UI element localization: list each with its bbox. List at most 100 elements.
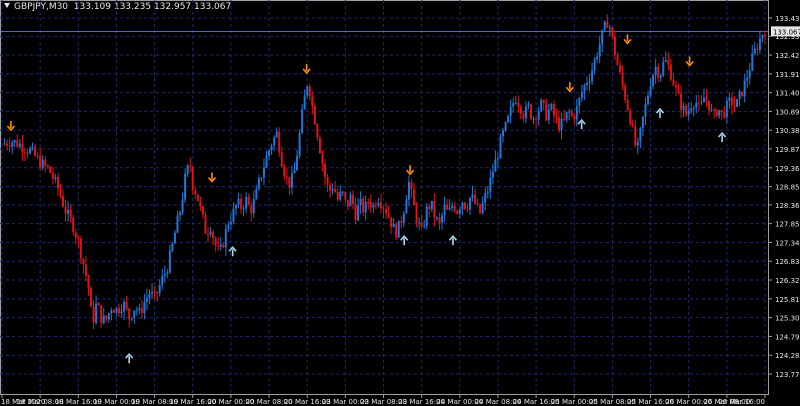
candle-body [588, 81, 591, 83]
candle-body [255, 188, 258, 200]
candle-body [626, 99, 629, 111]
candle-body [407, 181, 410, 200]
y-tick-label: 127.340 [775, 239, 800, 247]
candle-body [471, 194, 474, 198]
candle-body [41, 159, 44, 168]
candle-body [466, 208, 469, 210]
candle-body [168, 250, 171, 273]
candle-body [31, 146, 34, 149]
candle-body [601, 29, 604, 45]
candle-body [135, 310, 138, 312]
candle-body [573, 115, 576, 120]
y-tick-label: 128.855 [775, 184, 800, 192]
signal-arrows [6, 34, 727, 364]
chart-grid [0, 0, 769, 395]
candle-body [278, 131, 281, 153]
candle-body [148, 293, 151, 298]
candle-body [367, 201, 370, 203]
candle-body [36, 155, 39, 157]
price-axis: 133.430132.935132.425131.915131.405130.8… [768, 15, 800, 379]
candle-body [273, 137, 276, 146]
candle-body [377, 202, 380, 206]
candle-body [189, 165, 192, 167]
candle-body [659, 75, 662, 78]
candle-body [430, 200, 433, 210]
candle-body [563, 118, 566, 120]
candle-body [92, 306, 95, 323]
candle-body [621, 71, 624, 86]
candle-body [603, 21, 606, 30]
candle-body [311, 96, 314, 106]
candle-body [245, 196, 248, 209]
x-tick-label: 26 Mar 16:00 [718, 398, 765, 406]
candle-body [179, 212, 182, 216]
price-chart[interactable]: 133.430132.935132.425131.915131.405130.8… [0, 0, 800, 406]
candle-body [6, 143, 9, 146]
candle-body [423, 225, 426, 227]
candle-body [420, 222, 423, 227]
candle-body [133, 310, 136, 319]
candle-body [100, 305, 103, 324]
buy-arrow-icon [448, 235, 458, 246]
candle-body [298, 132, 301, 156]
candle-body [641, 116, 644, 128]
candle-body [674, 85, 677, 88]
candle-body [334, 189, 337, 192]
candle-body [362, 198, 365, 213]
candle-body [229, 221, 232, 225]
candle-body [329, 184, 332, 191]
candle-body [509, 106, 512, 116]
candle-body [690, 108, 693, 111]
candle-body [166, 272, 169, 274]
candle-body [105, 315, 108, 320]
candle-body [77, 237, 80, 240]
candle-body [67, 209, 70, 214]
candle-body [395, 223, 398, 238]
candle-body [382, 208, 385, 210]
candle-body [672, 79, 675, 86]
candle-body [652, 75, 655, 87]
candle-body [654, 66, 657, 76]
candle-body [496, 158, 499, 160]
candle-body [293, 170, 296, 174]
y-tick-label: 124.790 [775, 333, 800, 341]
candle-body [39, 155, 42, 168]
candle-body [474, 194, 477, 204]
candle-body [647, 95, 650, 105]
candle-body [708, 100, 711, 111]
candle-body [79, 239, 82, 259]
y-tick-label: 131.405 [775, 90, 800, 98]
candle-body [713, 109, 716, 111]
candle-body [494, 159, 497, 172]
candle-body [502, 130, 505, 137]
candle-body [613, 36, 616, 56]
candle-body [26, 152, 29, 154]
candle-body [201, 206, 204, 215]
candle-body [611, 27, 614, 37]
candle-body [458, 209, 461, 214]
candle-body [667, 60, 670, 65]
candle-body [491, 171, 494, 178]
candle-body [349, 194, 352, 207]
candle-body [247, 196, 250, 206]
candle-body [283, 166, 286, 177]
candle-body [18, 143, 21, 147]
candle-body [756, 48, 759, 51]
candle-body [385, 209, 388, 214]
chart-window[interactable]: GBPJPY,M30 133.109 133.235 132.957 133.0… [0, 0, 800, 406]
candle-body [237, 198, 240, 206]
candle-body [443, 204, 446, 216]
candle-body [44, 159, 47, 166]
candle-body [176, 215, 179, 233]
candle-body [550, 104, 553, 110]
candle-body [173, 232, 176, 244]
sell-arrow-icon [565, 82, 574, 93]
candle-body [209, 231, 212, 235]
candle-body [158, 285, 161, 293]
candle-body [288, 176, 291, 188]
candle-body [723, 111, 726, 118]
candle-body [372, 205, 375, 208]
candle-body [753, 48, 756, 54]
candle-body [700, 102, 703, 104]
candle-body [392, 223, 395, 228]
